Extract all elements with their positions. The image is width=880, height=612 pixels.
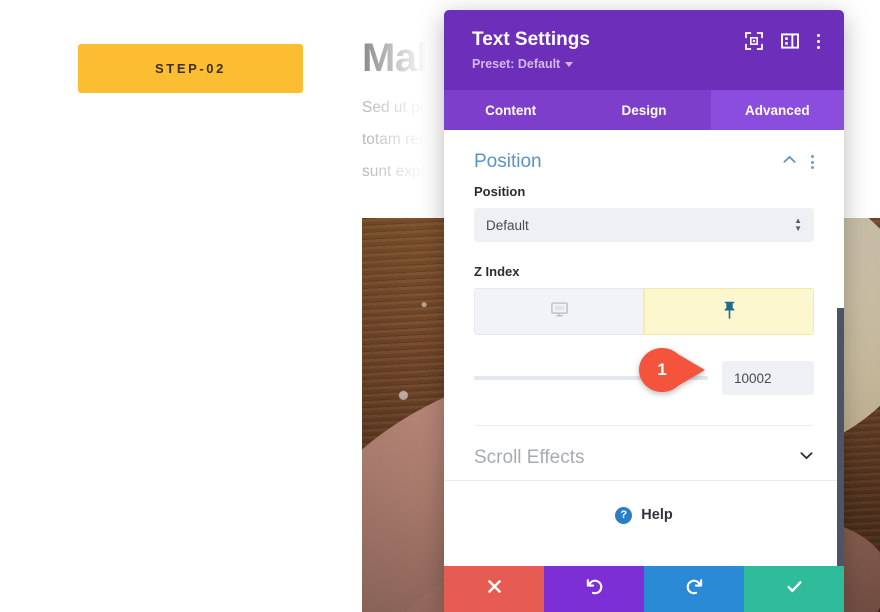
help-icon: ? <box>615 506 633 524</box>
tab-advanced[interactable]: Advanced <box>710 90 844 130</box>
position-section-title: Position <box>474 151 542 172</box>
z-index-toggle-group <box>474 288 814 335</box>
modal-body: Position Position Default ▲ ▼ Z Index 10… <box>444 130 844 612</box>
z-index-field-label: Z Index <box>474 264 520 279</box>
redo-icon <box>685 577 704 601</box>
preset-label: Preset: Default <box>472 57 561 71</box>
z-index-sticky-toggle[interactable] <box>644 288 814 335</box>
tab-content[interactable]: Content <box>444 90 577 130</box>
undo-button[interactable] <box>544 566 644 612</box>
screen-root: STEP-02 Make Sed ut pers accus totam rem… <box>0 0 880 612</box>
save-button[interactable] <box>744 566 844 612</box>
position-section-controls <box>782 152 814 172</box>
z-index-field: Z Index 10002 <box>474 264 814 395</box>
z-index-slider-row: 10002 <box>474 361 814 395</box>
position-field: Position Default ▲ ▼ <box>474 184 814 242</box>
help-label: Help <box>641 507 673 523</box>
z-index-value-input[interactable]: 10002 <box>722 361 814 395</box>
paragraph-line-2: totam rem <box>362 131 432 148</box>
more-options-icon[interactable] <box>817 33 820 49</box>
chevron-down-icon <box>565 61 574 67</box>
position-section: Position Position Default ▲ ▼ Z Index 10… <box>444 130 844 480</box>
cancel-button[interactable] <box>444 566 544 612</box>
help-link[interactable]: ? Help <box>444 481 844 549</box>
check-icon <box>785 577 804 601</box>
scroll-effects-section-header[interactable]: Scroll Effects <box>474 426 814 480</box>
position-select-value: Default <box>486 217 529 233</box>
modal-header-titles: Text Settings Preset: Default <box>472 28 590 71</box>
z-index-slider[interactable] <box>474 376 708 380</box>
tab-design[interactable]: Design <box>577 90 710 130</box>
modal-header: Text Settings Preset: Default <box>444 10 844 90</box>
position-field-label: Position <box>474 184 526 199</box>
position-section-header[interactable]: Position <box>474 130 814 184</box>
modal-header-actions <box>745 32 820 50</box>
z-index-desktop-toggle[interactable] <box>474 288 644 335</box>
desktop-icon <box>550 300 569 324</box>
preset-selector[interactable]: Preset: Default <box>472 57 590 71</box>
spinner-icon: ▲ ▼ <box>794 216 802 233</box>
modal-title: Text Settings <box>472 29 590 50</box>
position-more-options-icon[interactable] <box>811 155 814 169</box>
focus-icon[interactable] <box>745 32 763 50</box>
chevron-up-icon[interactable] <box>782 152 797 172</box>
position-select[interactable]: Default ▲ ▼ <box>474 208 814 242</box>
close-icon <box>486 578 503 600</box>
modal-action-bar <box>444 566 844 612</box>
chevron-down-expand-icon[interactable] <box>799 448 814 468</box>
modal-scrollbar[interactable] <box>837 308 844 580</box>
sticky-pin-icon <box>721 300 738 324</box>
step-badge[interactable]: STEP-02 <box>78 44 303 93</box>
panel-toggle-icon[interactable] <box>781 32 799 50</box>
redo-button[interactable] <box>644 566 744 612</box>
undo-icon <box>585 577 604 601</box>
modal-tabs: Content Design Advanced <box>444 90 844 130</box>
text-settings-modal: Text Settings Preset: Default Content De… <box>444 10 844 612</box>
paragraph-line-1: Sed ut pers <box>362 99 442 116</box>
scroll-effects-section-title: Scroll Effects <box>474 447 585 468</box>
